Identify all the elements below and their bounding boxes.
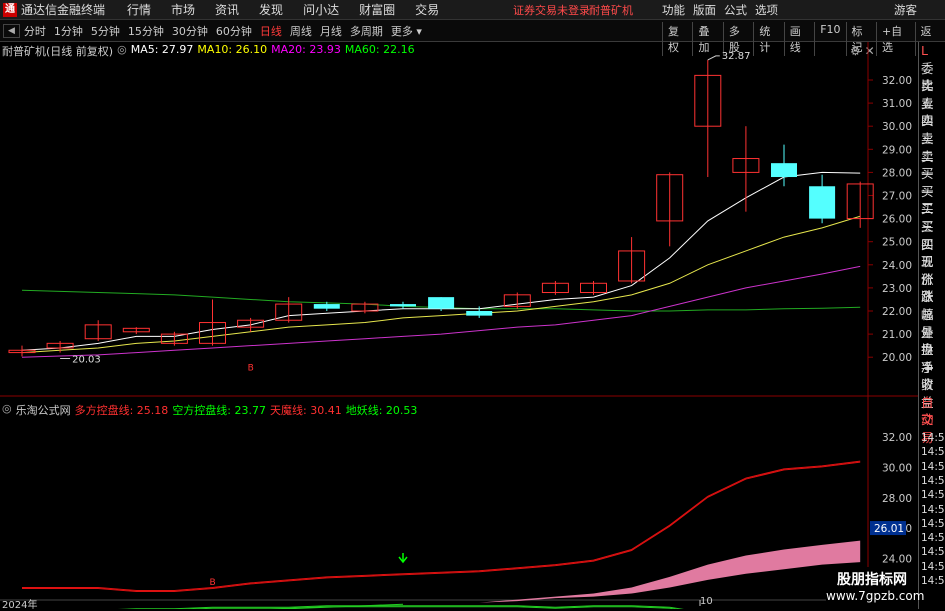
time-label: 14:56 bbox=[921, 532, 945, 545]
quote-label: L bbox=[921, 43, 928, 58]
quote-label: 自动 bbox=[921, 394, 934, 428]
time-label: 14:56 bbox=[921, 460, 945, 473]
high-label: 32.87 bbox=[722, 51, 751, 62]
ind-tick: 32.00 bbox=[882, 432, 912, 444]
quote-label: 买五 bbox=[921, 236, 934, 270]
candle-body bbox=[313, 304, 340, 309]
price-tick: 27.00 bbox=[882, 191, 912, 203]
quote-label: 卖三 bbox=[921, 113, 934, 146]
quote-label: 买三 bbox=[921, 201, 934, 234]
ind-value-tag: 26.01 bbox=[874, 523, 904, 535]
quote-label: 换手 bbox=[921, 342, 934, 375]
quote-label: 交易 bbox=[921, 412, 934, 446]
price-tick: 29.00 bbox=[882, 144, 912, 156]
quote-label: 卖二 bbox=[921, 130, 934, 164]
quote-label: 总量 bbox=[921, 306, 934, 340]
price-tick: 23.00 bbox=[882, 283, 912, 295]
high-pointer bbox=[707, 55, 720, 61]
kline-chart[interactable]: 32.00 31.00 30.00 29.00 28.00 27.00 26.00 25.00… bbox=[0, 0, 918, 609]
watermark-title: 股朋指标网 bbox=[837, 572, 907, 588]
ind-tick: 30.00 bbox=[882, 462, 912, 474]
candle-body bbox=[390, 304, 416, 307]
ind-tick: 24.00 bbox=[882, 554, 912, 566]
time-label: 14:56 bbox=[921, 446, 945, 459]
ind-tick: 28.00 bbox=[882, 493, 912, 505]
b-marker-ind: B bbox=[210, 578, 216, 588]
quote-label: 涨幅 bbox=[921, 289, 934, 322]
quote-label: 现价 bbox=[921, 254, 934, 287]
ma20-line bbox=[21, 265, 861, 358]
price-tick: 20.00 bbox=[882, 352, 912, 364]
time-label: 14:56 bbox=[921, 517, 945, 530]
quote-label: 卖一 bbox=[921, 148, 934, 182]
candle-body bbox=[771, 163, 797, 178]
price-tick: 24.00 bbox=[882, 260, 912, 272]
quote-label: 卖四 bbox=[921, 95, 934, 129]
price-tick: 22.00 bbox=[882, 306, 912, 318]
watermark-url: www.7gpzb.com bbox=[826, 589, 925, 603]
price-tick: 31.00 bbox=[882, 98, 912, 110]
quote-label: 卖五 bbox=[921, 78, 934, 111]
price-tick: 26.00 bbox=[882, 214, 912, 226]
date-mid: 10 bbox=[700, 596, 713, 607]
time-label: 14:56 bbox=[921, 575, 945, 587]
time-label: 14:56 bbox=[921, 474, 945, 487]
quote-label: 收益 bbox=[921, 377, 934, 410]
quote-label: 买一 bbox=[921, 166, 934, 199]
time-label: 14:56 bbox=[921, 489, 945, 502]
quote-label: 买二 bbox=[921, 183, 934, 217]
price-tick: 32.00 bbox=[882, 75, 912, 87]
price-tick: 25.00 bbox=[882, 237, 912, 249]
price-tick: 21.00 bbox=[882, 329, 912, 341]
quote-label: 涨跌 bbox=[921, 271, 934, 305]
ma5-line bbox=[21, 171, 861, 351]
quote-label: 买四 bbox=[921, 218, 934, 252]
quote-label: 委比 bbox=[921, 60, 934, 94]
low-label: 20.03 bbox=[72, 355, 101, 366]
price-tick: 30.00 bbox=[882, 121, 912, 133]
time-label: 14:56 bbox=[921, 432, 945, 444]
b-marker-main: B bbox=[248, 363, 254, 373]
watermark: 股朋指标网 www.7gpzb.com bbox=[826, 567, 925, 609]
time-label: 14:56 bbox=[921, 503, 945, 516]
price-tick: 28.00 bbox=[882, 167, 912, 179]
date-axis: 2024年 10 bbox=[0, 595, 826, 611]
candle-body bbox=[809, 186, 836, 219]
quote-label: 净资 bbox=[921, 359, 934, 393]
candle-body bbox=[428, 297, 455, 309]
time-label: 14:56 bbox=[921, 560, 945, 573]
candle-body bbox=[466, 311, 493, 316]
quote-label: 外盘 bbox=[921, 324, 934, 358]
time-label: 14:56 bbox=[921, 546, 945, 559]
